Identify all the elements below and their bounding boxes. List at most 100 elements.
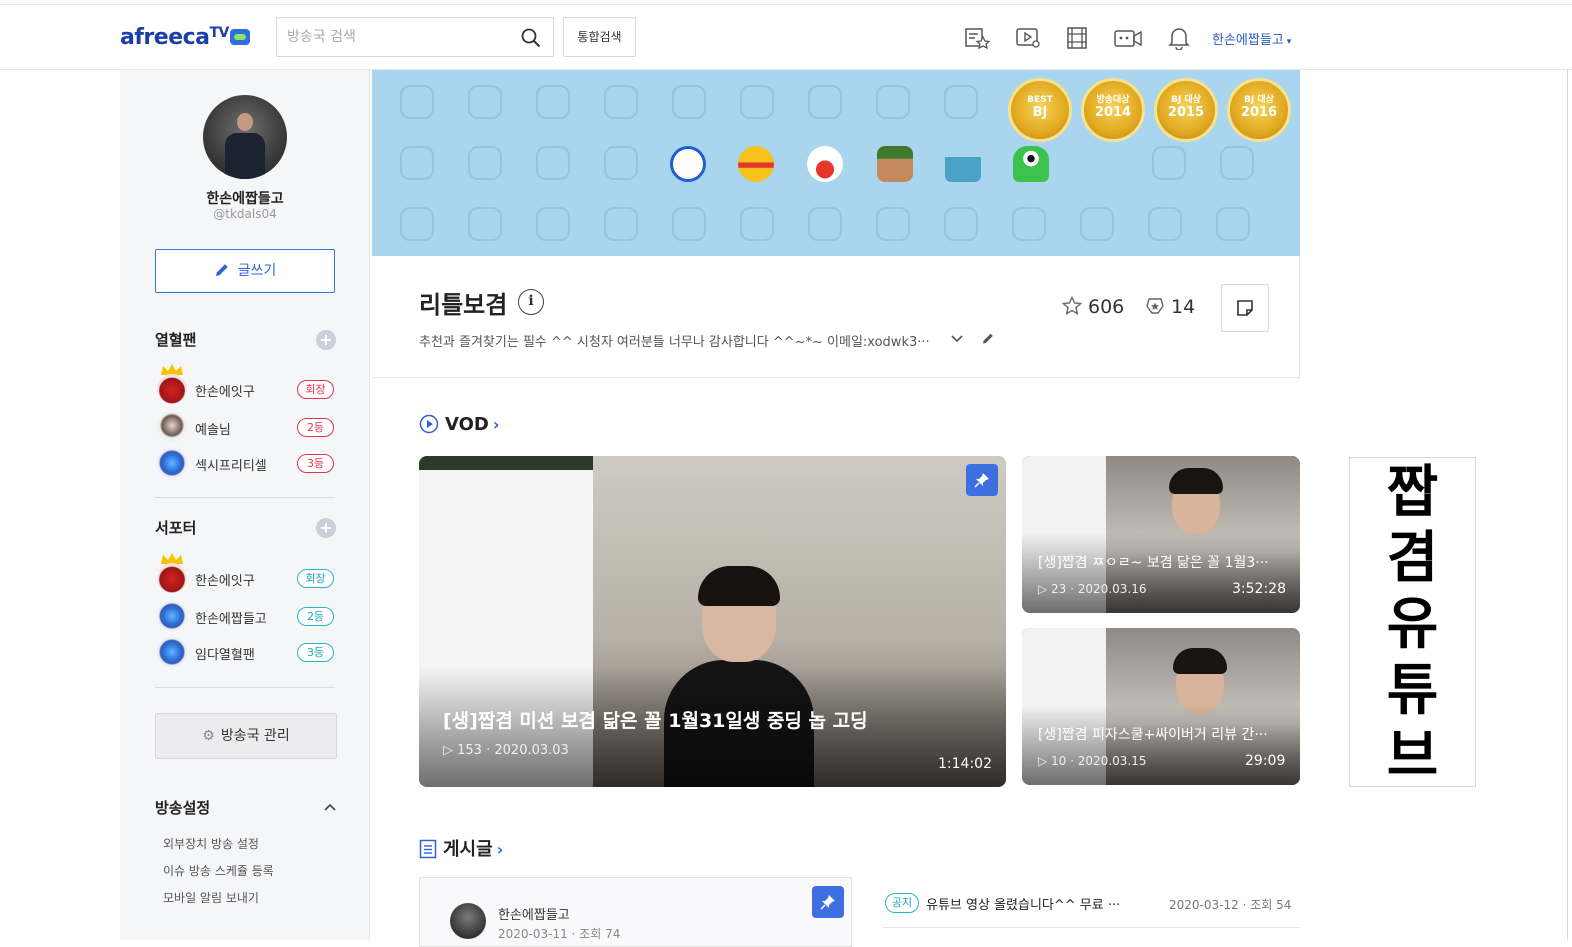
vod-duration: 3:52:28 xyxy=(1232,581,1286,597)
vod-thumbnail-hair xyxy=(1169,468,1223,494)
supporters-plus-button[interactable]: + xyxy=(316,518,336,538)
write-post-label: 글쓰기 xyxy=(237,263,277,279)
banner-pattern xyxy=(1148,207,1182,241)
afreecatv-logo[interactable]: afreecaTV xyxy=(120,25,250,50)
notification-bell-icon[interactable] xyxy=(1166,26,1192,50)
rank-badge: 2등 xyxy=(297,607,334,626)
vod-card[interactable]: [생]짭겸 ㅉㅇㄹ~ 보겸 닮은 꼴 1월3··· ▷ 23 · 2020.03… xyxy=(1022,456,1300,613)
favorites-count: 606 xyxy=(1088,296,1125,318)
medal-line1: 방송대상 xyxy=(1096,95,1130,105)
vod-title[interactable]: [생]짭겸 미션 보겸 닮은 꼴 1월31일생 중딩 놉 고딩 xyxy=(443,706,983,733)
supporter-avatar xyxy=(157,637,187,667)
note-button[interactable] xyxy=(1221,284,1269,332)
banner-pattern xyxy=(1012,207,1046,241)
scrollbar-track xyxy=(1567,5,1568,940)
fan-row[interactable]: 예솔님 2등 xyxy=(157,412,337,442)
fan-name: 섹시프리티셀 xyxy=(195,459,267,474)
banner-pattern xyxy=(536,207,570,241)
vod-title[interactable]: [생]짭겸 ㅉㅇㄹ~ 보겸 닮은 꼴 1월3··· xyxy=(1038,552,1288,572)
youtube-banner[interactable]: 짭 겸 유 튜 브 xyxy=(1349,457,1476,789)
banner-pattern xyxy=(1216,207,1250,241)
channel-manage-button[interactable]: ⚙ 방송국 관리 xyxy=(155,713,337,759)
profile-avatar[interactable] xyxy=(203,95,287,179)
rank-badge: 3등 xyxy=(297,454,334,473)
banner-pattern xyxy=(400,146,434,180)
search-icon[interactable] xyxy=(521,28,541,48)
pin-icon xyxy=(974,473,989,488)
vod-section-link[interactable]: VOD › xyxy=(419,414,499,435)
vod-views: 153 xyxy=(457,743,482,758)
medal-line2: 2015 xyxy=(1167,105,1205,120)
divider xyxy=(883,927,1300,928)
chevron-right-icon: › xyxy=(492,415,500,434)
fans-title: 열혈팬 xyxy=(155,331,197,349)
subscribers-count: 14 xyxy=(1171,296,1196,318)
search-box xyxy=(276,17,554,57)
banner-pattern xyxy=(400,85,434,119)
post-author-avatar xyxy=(450,903,486,939)
search-input[interactable] xyxy=(287,27,517,47)
vod-meta: ▷ 153 · 2020.03.03 xyxy=(443,743,569,758)
supporter-row[interactable]: 한손에짭들고 2등 xyxy=(157,601,337,631)
award-medal: BJ 대상 2016 xyxy=(1227,78,1291,142)
fan-row[interactable]: 섹시프리티셀 3등 xyxy=(157,448,337,478)
vod-title[interactable]: [생]짭겸 피자스쿨+싸이버거 리뷰 간··· xyxy=(1038,724,1288,744)
banner-pattern xyxy=(808,85,842,119)
vod-date: 2020.03.16 xyxy=(1077,582,1147,596)
subscribe-badge-icon[interactable] xyxy=(1145,296,1165,316)
total-search-button[interactable]: 통합검색 xyxy=(563,17,636,57)
film-icon[interactable] xyxy=(1065,26,1091,50)
award-medal: BJ 대상 2015 xyxy=(1154,78,1218,142)
vod-play-icon[interactable] xyxy=(1015,26,1041,50)
medal-line1: BJ 대상 xyxy=(1244,95,1274,105)
broadcast-settings-title[interactable]: 방송설정 xyxy=(155,797,210,818)
vod-views: 10 xyxy=(1051,754,1067,768)
banner-pattern xyxy=(672,85,706,119)
fans-plus-button[interactable]: + xyxy=(316,330,336,350)
medal-line2: 2016 xyxy=(1240,105,1278,120)
medal-line1: BEST xyxy=(1027,95,1053,105)
fan-name: 예솔님 xyxy=(195,423,231,438)
chevron-down-icon: ▾ xyxy=(1286,37,1292,47)
document-list-icon xyxy=(419,839,437,858)
settings-item-mobile-alert[interactable]: 모바일 알림 보내기 xyxy=(163,889,259,906)
supporter-avatar xyxy=(157,601,187,631)
settings-item-external-device[interactable]: 외부장치 방송 설정 xyxy=(163,835,259,852)
vod-card[interactable]: [생]짭겸 피자스쿨+싸이버거 리뷰 간··· ▷ 10 · 2020.03.1… xyxy=(1022,628,1300,785)
pin-button[interactable] xyxy=(966,464,998,496)
settings-item-issue-schedule[interactable]: 이슈 방송 스케쥴 등록 xyxy=(163,862,274,879)
edit-pencil-icon[interactable] xyxy=(981,331,995,345)
banner-pattern xyxy=(536,146,570,180)
vod-card-main[interactable]: [생]짭겸 미션 보겸 닮은 꼴 1월31일생 중딩 놉 고딩 ▷ 153 · … xyxy=(419,456,1006,787)
character-emoji xyxy=(945,146,981,182)
notice-title[interactable]: 유튜브 영상 올렸습니다^^ 무료 ··· xyxy=(926,894,1120,913)
broadcast-camera-icon[interactable] xyxy=(1113,26,1143,50)
profile-name: 한손에짭들고 xyxy=(206,191,284,207)
posts-section-title: 게시글 xyxy=(443,839,493,860)
supporter-row[interactable]: 임다열혈팬 3등 xyxy=(157,637,337,667)
posts-section-link[interactable]: 게시글 › xyxy=(419,835,503,861)
fan-avatar xyxy=(157,448,187,478)
fan-row[interactable]: 한손에잇구 회장 xyxy=(157,364,337,404)
vod-thumbnail-hair xyxy=(1173,648,1227,674)
post-card[interactable]: 한손에짭들고 2020-03-11 · 조회 74 xyxy=(419,877,852,947)
vod-meta: ▷ 10 · 2020.03.15 xyxy=(1038,754,1147,768)
fan-avatar xyxy=(157,374,187,404)
chevron-down-icon[interactable] xyxy=(950,331,964,345)
notice-badge: 공지 xyxy=(885,893,919,913)
banner-pattern xyxy=(468,146,502,180)
user-menu-name: 한손에짭들고 xyxy=(1212,33,1284,48)
star-icon[interactable] xyxy=(1061,295,1083,316)
user-menu[interactable]: 한손에짭들고 ▾ xyxy=(1212,29,1291,48)
youtube-banner-char: 브 xyxy=(1386,724,1439,789)
character-emoji xyxy=(670,146,706,182)
chevron-up-icon[interactable] xyxy=(323,800,337,814)
profile-id: @tkdals04 xyxy=(213,207,277,221)
supporter-name: 임다열혈팬 xyxy=(195,648,255,663)
write-post-button[interactable]: 글쓰기 xyxy=(155,249,335,293)
pin-button[interactable] xyxy=(812,886,844,918)
favorites-list-icon[interactable] xyxy=(964,26,990,50)
info-icon[interactable]: i xyxy=(518,289,544,315)
vod-duration: 29:09 xyxy=(1245,753,1286,769)
supporter-row[interactable]: 한손에잇구 회장 xyxy=(157,553,337,593)
